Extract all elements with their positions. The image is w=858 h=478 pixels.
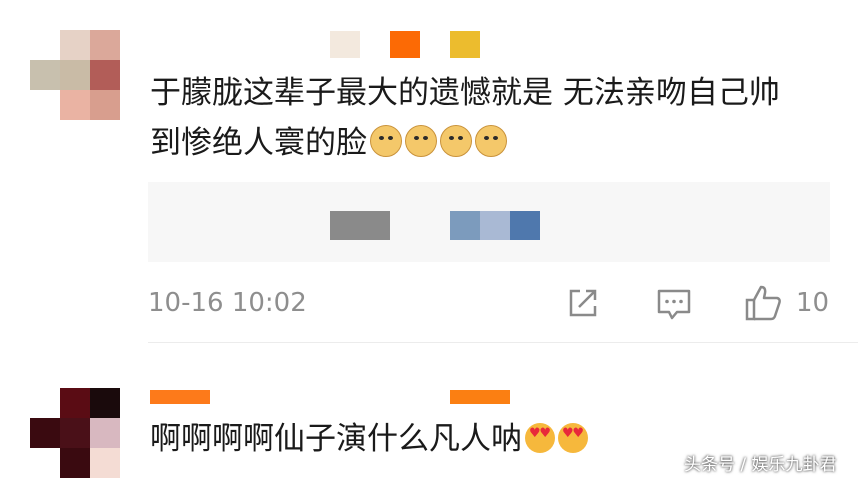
- avatar[interactable]: [30, 388, 120, 478]
- comment-text: 啊啊啊啊仙子演什么凡人呐: [150, 414, 588, 464]
- doge-emoji: [475, 125, 507, 157]
- doge-emoji: [370, 125, 402, 157]
- timestamp: 10-16 10:02: [148, 288, 307, 318]
- comment-divider: [148, 342, 858, 343]
- comment-body: 啊啊啊啊仙子演什么凡人呐: [150, 421, 522, 457]
- doge-emoji: [440, 125, 472, 157]
- heart-eyes-emoji: [558, 423, 588, 453]
- share-icon[interactable]: [566, 286, 600, 324]
- avatar[interactable]: [30, 30, 120, 120]
- heart-eyes-emoji: [525, 423, 555, 453]
- reply-icon[interactable]: [656, 286, 692, 326]
- like-count: 10: [796, 288, 830, 318]
- doge-emoji: [405, 125, 437, 157]
- quoted-reply[interactable]: [148, 182, 830, 262]
- like-icon[interactable]: [744, 283, 784, 327]
- comment-text: 于朦胧这辈子最大的遗憾就是 无法亲吻自己帅到惨绝人寰的脸: [150, 68, 810, 168]
- watermark: 头条号 / 娱乐九卦君: [684, 455, 837, 475]
